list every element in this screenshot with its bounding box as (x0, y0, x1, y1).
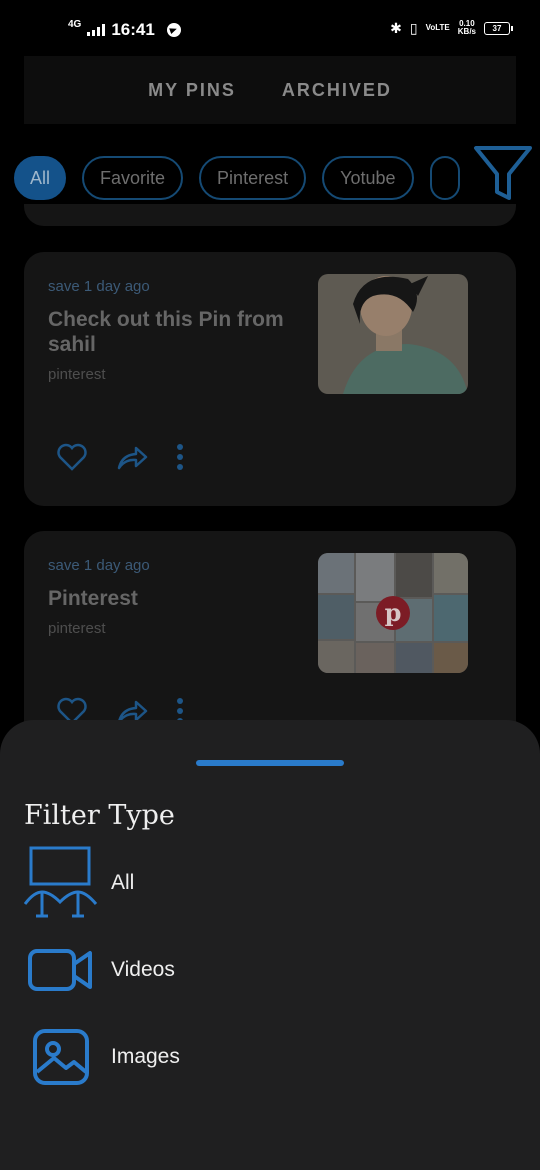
volte-indicator: VoLTE (425, 23, 450, 32)
chip-pinterest[interactable]: Pinterest (199, 156, 307, 200)
filter-option-images[interactable]: Images (24, 1020, 180, 1094)
chip-partial[interactable] (429, 156, 460, 200)
card-title: Check out this Pin from sahil (48, 308, 284, 356)
anime-character-image (318, 274, 468, 394)
signal-icon (87, 24, 106, 36)
heart-icon[interactable] (56, 442, 88, 472)
net-speed: 0.10 KB/s (458, 20, 476, 36)
pinterest-collage-image: p (318, 553, 468, 673)
chip-all[interactable]: All (14, 156, 67, 200)
filter-bottom-sheet: Filter Type All Videos Images (0, 720, 540, 1170)
tab-archived[interactable]: ARCHIVED (282, 80, 392, 101)
filter-option-label: Images (111, 1045, 180, 1068)
card-title: Pinterest (48, 587, 138, 610)
filter-option-all[interactable]: All (24, 846, 134, 920)
battery-level: 37 (492, 23, 502, 33)
sheet-drag-handle[interactable] (196, 760, 344, 766)
video-camera-icon (24, 933, 98, 1007)
svg-text:p: p (385, 598, 402, 627)
bluetooth-icon: ✱ (390, 20, 402, 36)
chip-favorite[interactable]: Favorite (82, 156, 184, 200)
card-source: pinterest (48, 366, 106, 383)
card-time: save 1 day ago (48, 557, 150, 574)
category-chips: All Favorite Pinterest Yotube (14, 156, 464, 204)
telegram-icon (166, 23, 181, 37)
share-icon[interactable] (116, 443, 148, 471)
top-tabs: MY PINS ARCHIVED (24, 56, 516, 124)
net-speed-unit: KB/s (457, 27, 476, 36)
battery-icon: 37 (484, 21, 513, 35)
filter-option-videos[interactable]: Videos (24, 933, 175, 1007)
card-source: pinterest (48, 620, 106, 637)
vibrate-icon: ▯ (409, 20, 418, 36)
filter-option-label: All (111, 871, 135, 894)
tab-my-pins[interactable]: MY PINS (148, 80, 236, 101)
card-time: save 1 day ago (48, 278, 150, 295)
card-actions (56, 442, 184, 472)
status-time: 16:41 (111, 20, 155, 39)
more-options-icon[interactable] (176, 443, 184, 471)
gallery-frame-icon (24, 846, 98, 920)
network-type: 4G (68, 19, 82, 30)
image-icon (24, 1020, 98, 1094)
pin-card[interactable]: save 1 day ago Check out this Pin from s… (24, 252, 516, 506)
chip-youtube[interactable]: Yotube (322, 156, 414, 200)
filter-option-label: Videos (111, 958, 175, 981)
filter-icon[interactable] (472, 142, 534, 204)
status-bar: 4G 16:41 ✱ ▯ VoLTE 0.10 KB/s 37 (0, 0, 540, 48)
sheet-title: Filter Type (24, 800, 175, 831)
previous-card-bottom (24, 204, 516, 226)
